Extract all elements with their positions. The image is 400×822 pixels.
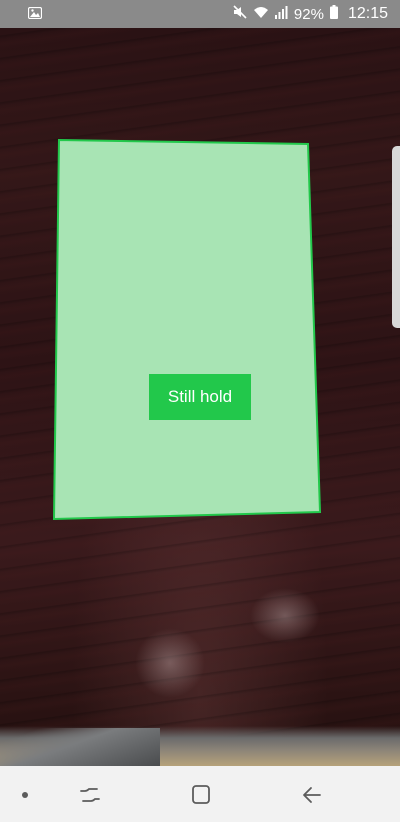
navigation-bar	[0, 766, 400, 822]
camera-viewport: Still hold	[0, 28, 400, 766]
dot-indicator-icon[interactable]	[22, 792, 28, 798]
home-icon[interactable]	[188, 782, 214, 808]
status-bar: 92% 12:15	[0, 0, 400, 28]
recent-apps-icon[interactable]	[77, 782, 103, 808]
back-icon[interactable]	[300, 782, 326, 808]
battery-icon	[329, 5, 338, 23]
mute-icon	[233, 5, 247, 23]
signal-icon	[274, 5, 288, 23]
still-hold-message: Still hold	[149, 374, 251, 420]
battery-percent: 92%	[293, 5, 324, 23]
clock: 12:15	[347, 5, 388, 22]
image-notification-icon	[27, 6, 43, 23]
wifi-icon	[253, 6, 269, 23]
document-outline	[52, 138, 322, 521]
